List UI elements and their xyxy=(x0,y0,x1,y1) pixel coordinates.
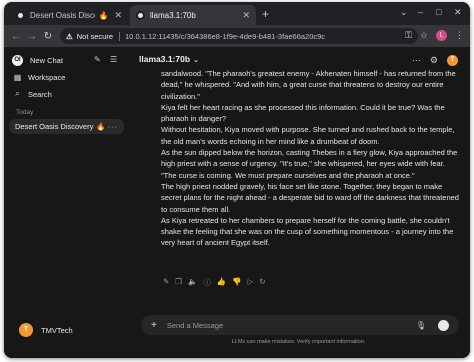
close-window-button[interactable]: ✕ xyxy=(454,7,462,18)
tab-title: Desert Oasis Discovery xyxy=(30,10,95,20)
back-arrow-icon[interactable]: ← xyxy=(8,31,24,42)
microphone-icon[interactable]: 🎙 xyxy=(416,321,426,330)
plus-icon[interactable]: + xyxy=(151,320,157,331)
tab-llama[interactable]: llama3.1:70b ✕ xyxy=(130,5,256,25)
forward-arrow-icon[interactable]: → xyxy=(24,31,40,42)
message-input-placeholder[interactable]: Send a Message xyxy=(167,321,223,330)
more-options-icon[interactable]: ⋯ xyxy=(412,55,421,66)
model-name: llama3.1:70b xyxy=(139,54,191,64)
copy-icon[interactable]: ❐ xyxy=(175,277,182,288)
sidebar-item-label: Workspace xyxy=(28,73,66,82)
minimize-button[interactable]: – xyxy=(418,7,423,17)
url-text[interactable]: 10.0.1.12:11435/c/364386e8-1f9e-4de9-b48… xyxy=(125,32,325,41)
warning-icon: ⚠ xyxy=(66,31,73,41)
tab-search-icon[interactable]: ⌄ xyxy=(400,7,408,18)
avatar[interactable]: T xyxy=(447,55,458,66)
tab-favicon-icon xyxy=(136,10,145,20)
sidebar-item-label: Search xyxy=(28,89,52,99)
fire-icon: 🔥 xyxy=(96,122,106,131)
reload-icon[interactable]: ↻ xyxy=(40,31,56,42)
controls-icon[interactable]: ⚙ xyxy=(430,55,438,66)
message-paragraph: The high priest nodded gravely, his face… xyxy=(161,181,459,214)
thumbs-down-icon[interactable]: 👎 xyxy=(232,277,241,288)
disclaimer: LLMs can make mistakes. Verify important… xyxy=(231,339,366,345)
edit-icon[interactable]: ✎ xyxy=(163,277,169,288)
message-paragraph: sandalwood. "The pharaoh's greatest enem… xyxy=(161,69,456,101)
new-chat-button[interactable]: OI New Chat xyxy=(12,55,63,66)
maximize-button[interactable]: □ xyxy=(436,7,441,17)
browser-toolbar: ← → ↻ ⚠ Not secure 10.0.1.12:11435/c/364… xyxy=(4,25,470,47)
toolbar-right: ⚿ ☆ L ⋮ xyxy=(405,30,464,41)
tab-title: llama3.1:70b xyxy=(150,10,196,20)
tab-close-icon[interactable]: ✕ xyxy=(236,10,250,21)
tab-close-icon[interactable]: ✕ xyxy=(108,10,122,21)
avatar: T xyxy=(19,323,33,337)
key-icon[interactable]: ⚿ xyxy=(405,30,412,41)
message-paragraph: Without hesitation, Kiya moved with purp… xyxy=(161,125,455,146)
sidebar-item-workspace[interactable]: ▦ Workspace xyxy=(12,73,66,82)
message-paragraph: As the sun dipped below the horizon, cas… xyxy=(161,148,458,180)
edit-icon[interactable]: ✎ xyxy=(94,55,101,64)
new-tab-button[interactable]: + xyxy=(262,7,269,21)
message-actions: ✎ ❐ 🔈 ⓘ 👍 👎 ▷ ↻ xyxy=(163,277,266,288)
tab-strip: Desert Oasis Discovery 🔥 ✕ llama3.1:70b … xyxy=(4,2,470,25)
user-menu[interactable]: T TMVTech xyxy=(19,323,73,337)
voice-mode-icon[interactable] xyxy=(438,319,449,331)
regenerate-icon[interactable]: ↻ xyxy=(259,277,265,288)
fire-icon: 🔥 xyxy=(98,10,109,20)
chat-options-icon[interactable]: ··· xyxy=(108,122,119,131)
continue-icon[interactable]: ▷ xyxy=(248,277,254,288)
security-label[interactable]: Not secure xyxy=(77,32,113,41)
profile-avatar[interactable]: L xyxy=(436,30,447,41)
sidebar-toggle-icon[interactable]: ☰ xyxy=(110,55,117,64)
thumbs-up-icon[interactable]: 👍 xyxy=(217,277,226,288)
section-heading-today: Today xyxy=(16,109,34,116)
read-aloud-icon[interactable]: 🔈 xyxy=(188,277,197,288)
assistant-message: sandalwood. "The pharaoh's greatest enem… xyxy=(161,68,461,249)
chat-title: Desert Oasis Discovery xyxy=(15,122,94,131)
message-input-box[interactable]: + Send a Message 🎙 xyxy=(141,315,459,335)
divider xyxy=(119,31,121,41)
message-paragraph: Kiya felt her heart racing as she proces… xyxy=(161,102,445,124)
message-paragraph: As Kiya retreated to her chambers to pre… xyxy=(161,215,454,248)
tab-desert-oasis[interactable]: Desert Oasis Discovery 🔥 ✕ xyxy=(10,5,128,25)
kebab-menu-icon[interactable]: ⋮ xyxy=(455,30,464,41)
browser-window: Desert Oasis Discovery 🔥 ✕ llama3.1:70b … xyxy=(4,2,470,358)
chat-list-item[interactable]: Desert Oasis Discovery 🔥 ··· xyxy=(9,119,124,134)
user-name: TMVTech xyxy=(41,325,73,335)
new-chat-label: New Chat xyxy=(30,56,63,65)
header-actions: ⋯ ⚙ T xyxy=(412,55,458,66)
chat-main: llama3.1:70b ⌄ ⋯ ⚙ T sandalwood. "The pha… xyxy=(127,47,470,358)
chevron-down-icon: ⌄ xyxy=(193,57,199,64)
info-icon[interactable]: ⓘ xyxy=(203,277,211,288)
tab-favicon-icon xyxy=(16,10,25,20)
sidebar-item-search[interactable]: ⌕ Search xyxy=(12,89,52,99)
address-bar[interactable]: ⚠ Not secure 10.0.1.12:11435/c/364386e8-… xyxy=(60,28,418,44)
workspace-icon: ▦ xyxy=(13,73,22,82)
search-icon: ⌕ xyxy=(15,89,20,98)
model-selector[interactable]: llama3.1:70b ⌄ xyxy=(139,54,199,64)
star-icon[interactable]: ☆ xyxy=(420,30,428,41)
app-logo-icon: OI xyxy=(12,55,23,66)
sidebar: OI New Chat ✎ ☰ ▦ Workspace ⌕ Search Tod… xyxy=(4,47,127,358)
